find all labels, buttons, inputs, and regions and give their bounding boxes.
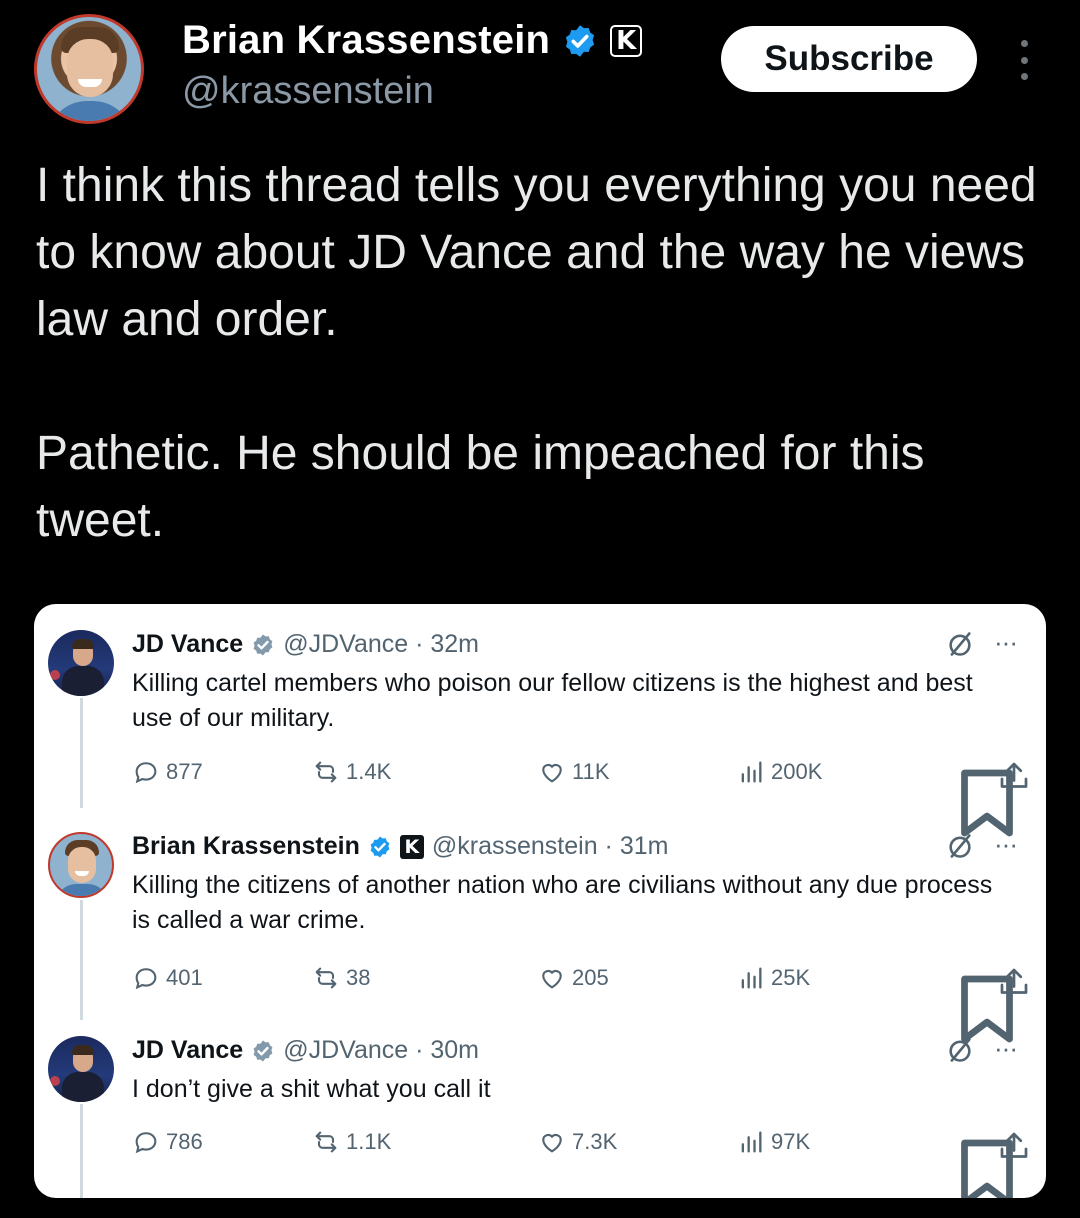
verified-icon — [253, 634, 273, 655]
post-text-paragraph-1: I think this thread tells you everything… — [36, 159, 1037, 346]
author-name-row: Brian Krassenstein K — [182, 18, 643, 63]
like-count: 205 — [538, 964, 609, 992]
tweet-author-name: JD Vance — [132, 630, 244, 658]
reply-count: 401 — [132, 964, 203, 992]
reply-count: 786 — [132, 1128, 203, 1156]
tweet-author-name: Brian Krassenstein — [132, 832, 360, 860]
tweet-text: Killing cartel members who poison our fe… — [132, 669, 973, 732]
more-vertical-icon[interactable] — [1014, 40, 1034, 80]
author-handle[interactable]: @krassenstein — [182, 70, 434, 113]
grok-icon — [949, 834, 971, 858]
like-count: 11K — [538, 758, 610, 786]
verified-icon — [566, 24, 595, 57]
thread-connector — [80, 698, 83, 808]
views-icon — [741, 761, 762, 783]
author-avatar[interactable] — [34, 14, 144, 124]
views-count: 97K — [737, 1128, 810, 1156]
tweet-author-name: JD Vance — [132, 1036, 244, 1064]
reply-count: 877 — [132, 758, 203, 786]
retweet-count: 1.1K — [312, 1128, 391, 1156]
retweet-icon — [315, 761, 337, 783]
avatar — [48, 832, 114, 898]
post-header: Brian Krassenstein K @krassenstein Subsc… — [0, 0, 1080, 140]
views-count: 25K — [737, 964, 810, 992]
verified-icon — [370, 836, 390, 857]
reply-icon — [135, 1132, 157, 1154]
tweet-handle-time: @JDVance · 30m — [283, 1036, 480, 1064]
share-icon — [1000, 762, 1028, 788]
more-horizontal-icon: ··· — [994, 627, 1018, 657]
grok-icon — [949, 1038, 971, 1062]
share-icon — [1000, 968, 1028, 994]
avatar — [48, 630, 114, 696]
verified-icon — [253, 1040, 273, 1061]
retweet-count: 1.4K — [312, 758, 391, 786]
retweet-count: 38 — [312, 964, 370, 992]
grok-icon — [949, 632, 971, 656]
embedded-thread-image[interactable]: JD Vance @JDVance · 32m ··· Killing cart… — [34, 604, 1046, 1198]
like-icon — [542, 1133, 562, 1153]
tweet-text: Killing the citizens of another nation w… — [132, 871, 993, 934]
avatar — [48, 1036, 114, 1102]
tweet-handle-time: @krassenstein · 31m — [431, 832, 669, 860]
tweet-header: JD Vance @JDVance · 32m — [132, 630, 479, 659]
more-horizontal-icon: ··· — [994, 1033, 1018, 1063]
subscribe-button[interactable]: Subscribe — [721, 26, 977, 92]
more-horizontal-icon: ··· — [994, 829, 1018, 859]
like-icon — [542, 763, 562, 783]
views-icon — [741, 1131, 762, 1153]
author-display-name[interactable]: Brian Krassenstein — [182, 18, 550, 63]
share-icon — [1000, 1132, 1028, 1158]
tweet-actions: 401 38 205 25K — [132, 964, 1032, 1043]
retweet-icon — [315, 1131, 337, 1153]
views-count: 200K — [737, 758, 822, 786]
views-icon — [741, 967, 762, 989]
affiliate-badge-icon: K — [610, 24, 643, 57]
affiliate-badge-icon: K — [399, 834, 424, 859]
tweet-header: Brian Krassenstein K @krassenstein · 31m — [132, 832, 668, 861]
tweet-text: I don’t give a shit what you call it — [132, 1075, 491, 1103]
post-text-paragraph-2: Pathetic. He should be impeached for thi… — [36, 427, 925, 547]
tweet-actions: 786 1.1K 7.3K 97K — [132, 1128, 1032, 1198]
thread-connector — [80, 1104, 83, 1198]
thread-connector — [80, 900, 83, 1020]
like-count: 7.3K — [538, 1128, 617, 1156]
like-icon — [542, 969, 562, 989]
tweet-actions: 877 1.4K 11K 200K — [132, 758, 1032, 837]
tweet-handle-time: @JDVance · 32m — [283, 630, 480, 658]
retweet-icon — [315, 967, 337, 989]
tweet-header: JD Vance @JDVance · 30m — [132, 1036, 479, 1065]
reply-icon — [135, 762, 157, 784]
reply-icon — [135, 968, 157, 990]
